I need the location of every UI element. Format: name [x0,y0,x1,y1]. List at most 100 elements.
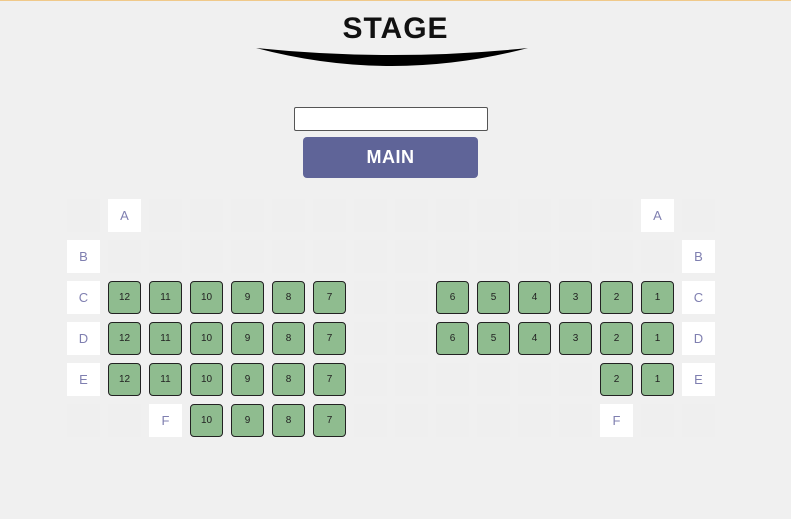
row-label-B: B [682,240,715,273]
seat-E8[interactable]: 8 [272,363,305,396]
empty-cell [190,199,223,232]
empty-cell [600,240,633,273]
seat-C2[interactable]: 2 [600,281,633,314]
row-label-C: C [682,281,715,314]
seat-E7[interactable]: 7 [313,363,346,396]
empty-cell [518,199,551,232]
row-label-B: B [67,240,100,273]
empty-cell [477,199,510,232]
empty-cell [354,199,387,232]
seat-F9[interactable]: 9 [231,404,264,437]
row-label-E: E [67,363,100,396]
seat-C12[interactable]: 12 [108,281,141,314]
empty-cell [641,404,674,437]
empty-cell [477,240,510,273]
stage-title: STAGE [342,12,449,45]
empty-cell [149,199,182,232]
empty-cell [436,404,469,437]
seat-E9[interactable]: 9 [231,363,264,396]
empty-cell [395,404,428,437]
empty-cell [477,404,510,437]
seat-E2[interactable]: 2 [600,363,633,396]
row-label-F: F [600,404,633,437]
empty-cell [313,240,346,273]
seat-C4[interactable]: 4 [518,281,551,314]
row-label-E: E [682,363,715,396]
seat-F8[interactable]: 8 [272,404,305,437]
row-label-C: C [67,281,100,314]
empty-cell [641,240,674,273]
seat-C7[interactable]: 7 [313,281,346,314]
row-label-F: F [149,404,182,437]
empty-cell [559,363,592,396]
empty-cell [682,199,715,232]
empty-cell [354,281,387,314]
empty-cell [436,199,469,232]
top-border-line [0,0,791,1]
seat-E12[interactable]: 12 [108,363,141,396]
empty-cell [149,240,182,273]
empty-cell [436,363,469,396]
seat-D12[interactable]: 12 [108,322,141,355]
empty-cell [395,199,428,232]
empty-cell [190,240,223,273]
seat-C8[interactable]: 8 [272,281,305,314]
empty-cell [354,322,387,355]
seat-E1[interactable]: 1 [641,363,674,396]
empty-cell [354,363,387,396]
empty-cell [354,240,387,273]
empty-cell [559,240,592,273]
empty-cell [231,199,264,232]
empty-cell [395,281,428,314]
seat-C5[interactable]: 5 [477,281,510,314]
seat-C3[interactable]: 3 [559,281,592,314]
empty-cell [313,199,346,232]
seat-C11[interactable]: 11 [149,281,182,314]
empty-cell [67,199,100,232]
empty-cell [477,363,510,396]
empty-cell [600,199,633,232]
seat-D1[interactable]: 1 [641,322,674,355]
seat-C6[interactable]: 6 [436,281,469,314]
seat-D6[interactable]: 6 [436,322,469,355]
row-label-D: D [682,322,715,355]
seat-D10[interactable]: 10 [190,322,223,355]
empty-cell [395,322,428,355]
empty-cell [518,404,551,437]
seat-D11[interactable]: 11 [149,322,182,355]
seat-D2[interactable]: 2 [600,322,633,355]
stage-arc [256,48,528,66]
empty-cell [559,404,592,437]
seat-E10[interactable]: 10 [190,363,223,396]
seat-C1[interactable]: 1 [641,281,674,314]
main-button[interactable]: MAIN [303,137,478,178]
empty-cell [354,404,387,437]
empty-cell [395,363,428,396]
empty-cell [272,240,305,273]
row-label-A: A [641,199,674,232]
empty-cell [518,240,551,273]
empty-cell [436,240,469,273]
empty-cell [682,404,715,437]
empty-cell [559,199,592,232]
empty-cell [272,199,305,232]
seat-E11[interactable]: 11 [149,363,182,396]
seat-D3[interactable]: 3 [559,322,592,355]
search-input[interactable] [294,107,488,131]
empty-cell [231,240,264,273]
empty-cell [108,240,141,273]
seat-D7[interactable]: 7 [313,322,346,355]
seat-D8[interactable]: 8 [272,322,305,355]
row-label-D: D [67,322,100,355]
seat-F10[interactable]: 10 [190,404,223,437]
seat-D5[interactable]: 5 [477,322,510,355]
empty-cell [395,240,428,273]
seat-D9[interactable]: 9 [231,322,264,355]
seat-F7[interactable]: 7 [313,404,346,437]
empty-cell [108,404,141,437]
seat-C10[interactable]: 10 [190,281,223,314]
empty-cell [518,363,551,396]
seat-D4[interactable]: 4 [518,322,551,355]
seat-C9[interactable]: 9 [231,281,264,314]
row-label-A: A [108,199,141,232]
